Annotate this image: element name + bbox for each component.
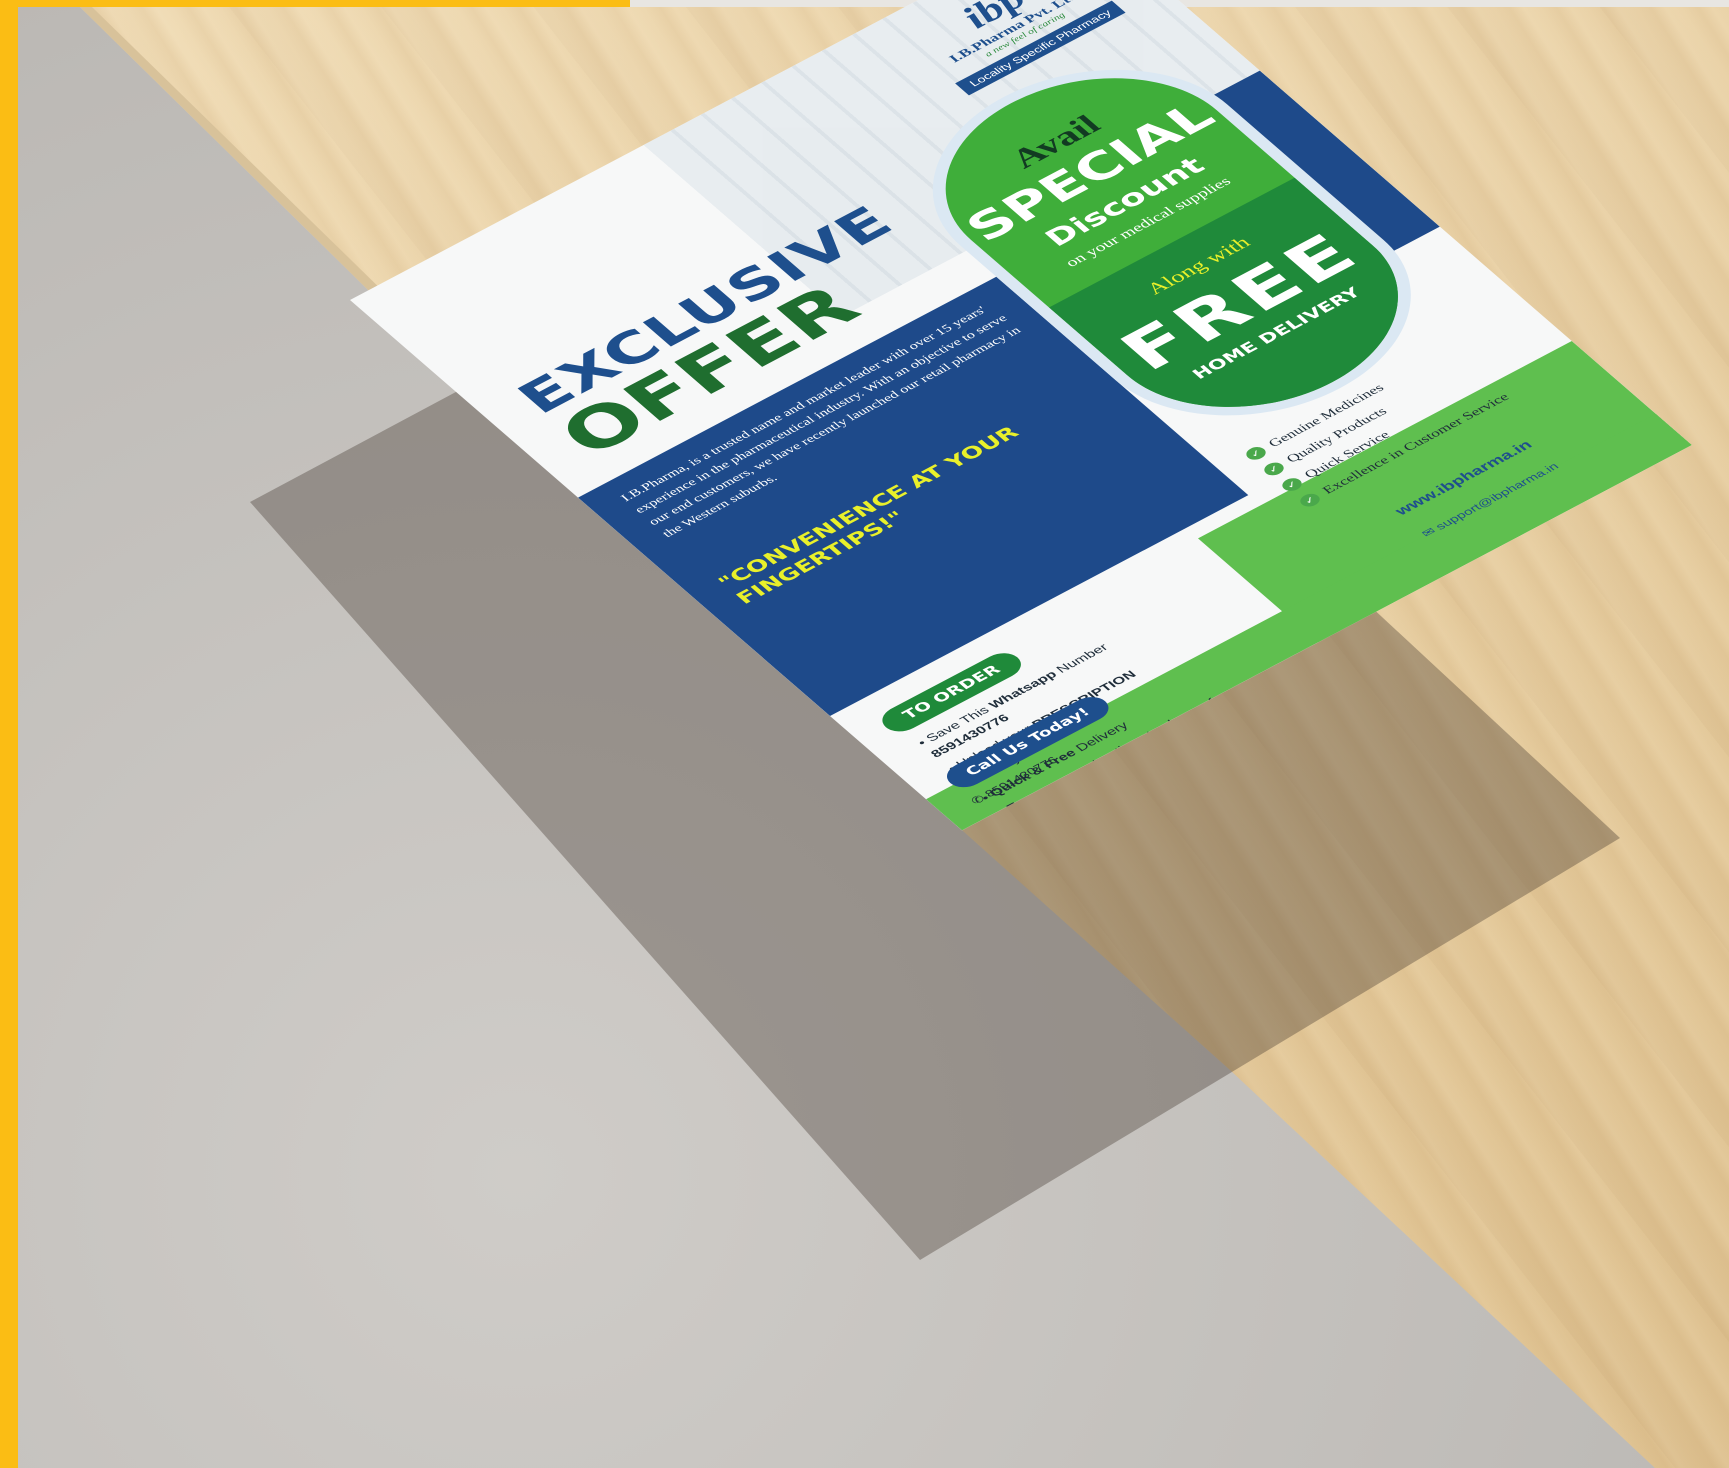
- photo-scene: ibp I.B.Pharma Pvt. Ltd. a new feel of c…: [0, 0, 1729, 1468]
- yellow-frame-left: [0, 0, 18, 1468]
- yellow-frame-top: [0, 0, 630, 7]
